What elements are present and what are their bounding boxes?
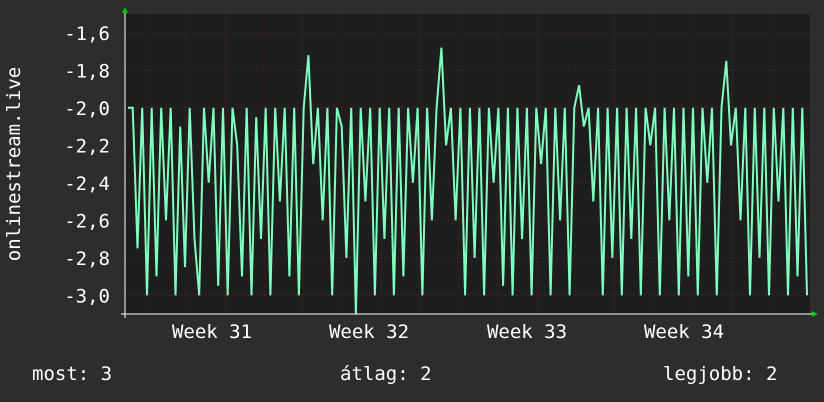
best-value: legjobb: 2 bbox=[663, 363, 778, 385]
x-tick-label: Week 33 bbox=[487, 321, 567, 343]
x-tick-label: Week 34 bbox=[644, 321, 724, 343]
x-axis-arrow bbox=[812, 311, 818, 317]
current-value: most: 3 bbox=[32, 363, 113, 385]
x-tick-label: Week 31 bbox=[172, 321, 252, 343]
y-axis-label: onlinestream.live bbox=[3, 67, 25, 261]
y-tick-label: -1,6 bbox=[64, 23, 110, 45]
y-tick-label: -3,0 bbox=[64, 285, 110, 307]
x-axis-ticks: Week 31 Week 32 Week 33 Week 34 bbox=[172, 321, 724, 343]
y-tick-label: -2,0 bbox=[64, 98, 110, 120]
average-value: átlag: 2 bbox=[340, 363, 432, 385]
y-tick-label: -2,2 bbox=[64, 135, 110, 157]
y-tick-label: -2,4 bbox=[64, 173, 110, 195]
y-tick-label: -2,6 bbox=[64, 210, 110, 232]
y-axis-ticks: -1,6 -1,8 -2,0 -2,2 -2,4 -2,6 -2,8 -3,0 bbox=[64, 23, 110, 308]
x-tick-label: Week 32 bbox=[329, 321, 409, 343]
line-chart: -1,6 -1,8 -2,0 -2,2 -2,4 -2,6 -2,8 -3,0 Week 31… bbox=[3, 7, 818, 343]
y-axis-arrow bbox=[122, 7, 128, 13]
y-tick-label: -2,8 bbox=[64, 248, 110, 270]
y-tick-label: -1,8 bbox=[64, 60, 110, 82]
